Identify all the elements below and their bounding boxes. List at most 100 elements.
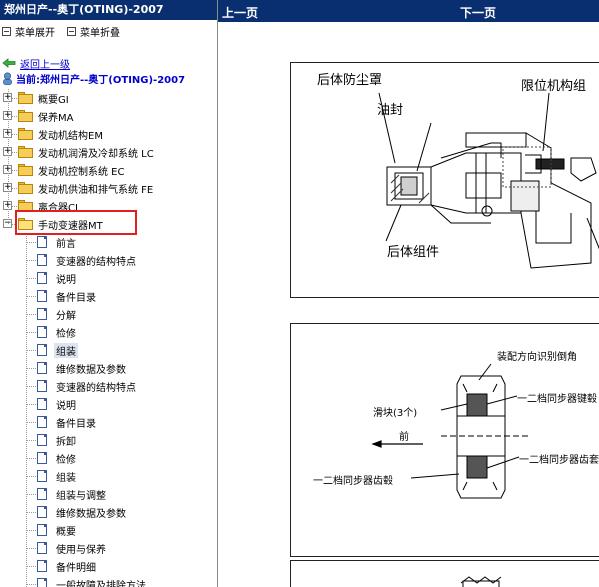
document-icon <box>37 524 47 536</box>
tree-document-item[interactable]: 前言 <box>0 233 217 251</box>
user-icon <box>3 71 12 85</box>
menu-pane: 郑州日产--奥丁(OTING)-2007 菜单展开 菜单折叠 返回上一级 当前:… <box>0 0 217 587</box>
tree-document-item[interactable]: 备件目录 <box>0 287 217 305</box>
document-icon <box>37 470 47 482</box>
tree-document-item[interactable]: 变速器的结构特点 <box>0 251 217 269</box>
tree-document-label: 检修 <box>56 329 76 340</box>
tree-category-label: 发动机润滑及冷却系统 LC <box>38 149 154 160</box>
tree-document-item[interactable]: 维修数据及参数 <box>0 359 217 377</box>
menu-controls: 菜单展开 菜单折叠 <box>0 20 217 42</box>
document-icon <box>37 560 47 572</box>
tree-connector <box>27 530 36 531</box>
tree-connector <box>26 233 27 587</box>
back-row[interactable]: 返回上一级 <box>2 56 70 71</box>
current-location-text: 当前:郑州日产--奥丁(OTING)-2007 <box>16 74 186 86</box>
limit-mechanism-label: 限位机构组 <box>521 79 587 94</box>
assembly-direction-label: 装配方向识别倒角 <box>497 352 577 363</box>
tree-category[interactable]: + 概要GI <box>0 89 217 107</box>
oil-seal-label: 油封 <box>377 103 404 118</box>
folder-icon <box>18 128 33 140</box>
document-icon <box>37 398 47 410</box>
tree-category[interactable]: + 发动机结构EM <box>0 125 217 143</box>
tree-document-label: 说明 <box>56 275 76 286</box>
tree-document-item[interactable]: 拆卸 <box>0 431 217 449</box>
tree-connector <box>27 494 36 495</box>
document-icon <box>37 542 47 554</box>
rear-housing-diagram: 后体防尘罩 限位机构组 油封 后体组件 <box>290 62 599 298</box>
tree-document-item[interactable]: 说明 <box>0 395 217 413</box>
tree-category[interactable]: + 发动机供油和排气系统 FE <box>0 179 217 197</box>
slider-label: 滑块(3个) <box>373 408 418 419</box>
tree-document-item[interactable]: 一般故障及排除方法 <box>0 575 217 587</box>
collapse-menu-label: 菜单折叠 <box>80 27 120 39</box>
tree-document-label: 概要 <box>56 527 76 538</box>
page-nav-bar: 上一页 下一页 <box>218 0 599 22</box>
tree-connector <box>27 296 36 297</box>
tree-category-label: 发动机控制系统 EC <box>38 167 125 178</box>
rear-housing-drawing <box>378 92 599 269</box>
folder-icon <box>18 146 33 158</box>
document-icon <box>37 272 47 284</box>
tree-document-label: 变速器的结构特点 <box>56 257 136 268</box>
sync-sleeve-label: 一二档同步器齿套 <box>519 455 599 466</box>
tree-document-item[interactable]: 组装与调整 <box>0 485 217 503</box>
back-arrow-icon <box>2 58 16 68</box>
document-icon <box>37 254 47 266</box>
tree-document-item[interactable]: 备件目录 <box>0 413 217 431</box>
tree-document-label: 维修数据及参数 <box>56 509 126 520</box>
tree-document-item[interactable]: 备件明细 <box>0 557 217 575</box>
tree-document-item[interactable]: 组装 <box>0 341 217 359</box>
tree-document-label: 组装与调整 <box>56 491 106 502</box>
mt-children: 前言 变速器的结构特点 说明 备件目录 分解 检修 组装 维修数据及参数 变速器的结构特点 说明备… <box>0 233 217 587</box>
tree-connector <box>27 332 36 333</box>
tree-document-item[interactable]: 检修 <box>0 449 217 467</box>
tree-connector <box>27 548 36 549</box>
tree-document-label: 变速器的结构特点 <box>56 383 136 394</box>
tree-document-item[interactable]: 维修数据及参数 <box>0 503 217 521</box>
next-page-button[interactable]: 下一页 <box>460 4 496 21</box>
rear-body-label: 后体组件 <box>387 245 440 260</box>
tree-connector <box>27 260 36 261</box>
expand-menu-button[interactable]: 菜单展开 <box>2 24 55 39</box>
tree-document-label: 维修数据及参数 <box>56 365 126 376</box>
tree-document-item[interactable]: 说明 <box>0 269 217 287</box>
tree-document-item[interactable]: 检修 <box>0 323 217 341</box>
synchronizer-diagram: 装配方向识别倒角 一二档同步器键毂 滑块(3个) 前 一二档同步器齿套 一二档同… <box>290 323 599 557</box>
tree-document-item[interactable]: 组装 <box>0 467 217 485</box>
tree-connector <box>27 386 36 387</box>
tree-document-label: 备件目录 <box>56 419 96 430</box>
tree-document-label: 一般故障及排除方法 <box>56 581 146 587</box>
tree-document-label: 组装 <box>54 343 78 358</box>
tree-document-label: 使用与保养 <box>56 545 106 556</box>
tree-document-item[interactable]: 分解 <box>0 305 217 323</box>
prev-page-button[interactable]: 上一页 <box>222 4 258 21</box>
document-icon <box>37 380 47 392</box>
partial-drawing <box>460 576 502 587</box>
tree-connector <box>27 422 36 423</box>
next-diagram-partial <box>290 560 599 587</box>
folder-icon <box>18 164 33 176</box>
tree-document-item[interactable]: 概要 <box>0 521 217 539</box>
menu-title: 郑州日产--奥丁(OTING)-2007 <box>0 0 217 20</box>
tree-document-label: 备件明细 <box>56 563 96 574</box>
tree-category-label: 发动机结构EM <box>38 131 103 142</box>
sync-key-label: 一二档同步器键毂 <box>517 394 597 405</box>
expand-icon <box>2 26 11 36</box>
tree-category[interactable]: + 发动机控制系统 EC <box>0 161 217 179</box>
tree-document-label: 分解 <box>56 311 76 322</box>
collapse-menu-button[interactable]: 菜单折叠 <box>67 24 120 39</box>
category-tree: + 概要GI + 保养MA + 发动机结构EM + 发动机润滑及冷却系统 LC + 发动机控制系统… <box>0 89 217 587</box>
tree-connector <box>27 368 36 369</box>
tree-category[interactable]: + 保养MA <box>0 107 217 125</box>
folder-icon <box>18 182 33 194</box>
back-link[interactable]: 返回上一级 <box>20 56 70 71</box>
tree-category-label: 保养MA <box>38 113 74 124</box>
tree-document-item[interactable]: 使用与保养 <box>0 539 217 557</box>
document-icon <box>37 506 47 518</box>
tree-document-item[interactable]: 变速器的结构特点 <box>0 377 217 395</box>
tree-category[interactable]: + 发动机润滑及冷却系统 LC <box>0 143 217 161</box>
selected-category-highlight <box>15 210 137 235</box>
document-icon <box>37 434 47 446</box>
tree-document-label: 检修 <box>56 455 76 466</box>
current-location: 当前:郑州日产--奥丁(OTING)-2007 <box>2 71 186 86</box>
